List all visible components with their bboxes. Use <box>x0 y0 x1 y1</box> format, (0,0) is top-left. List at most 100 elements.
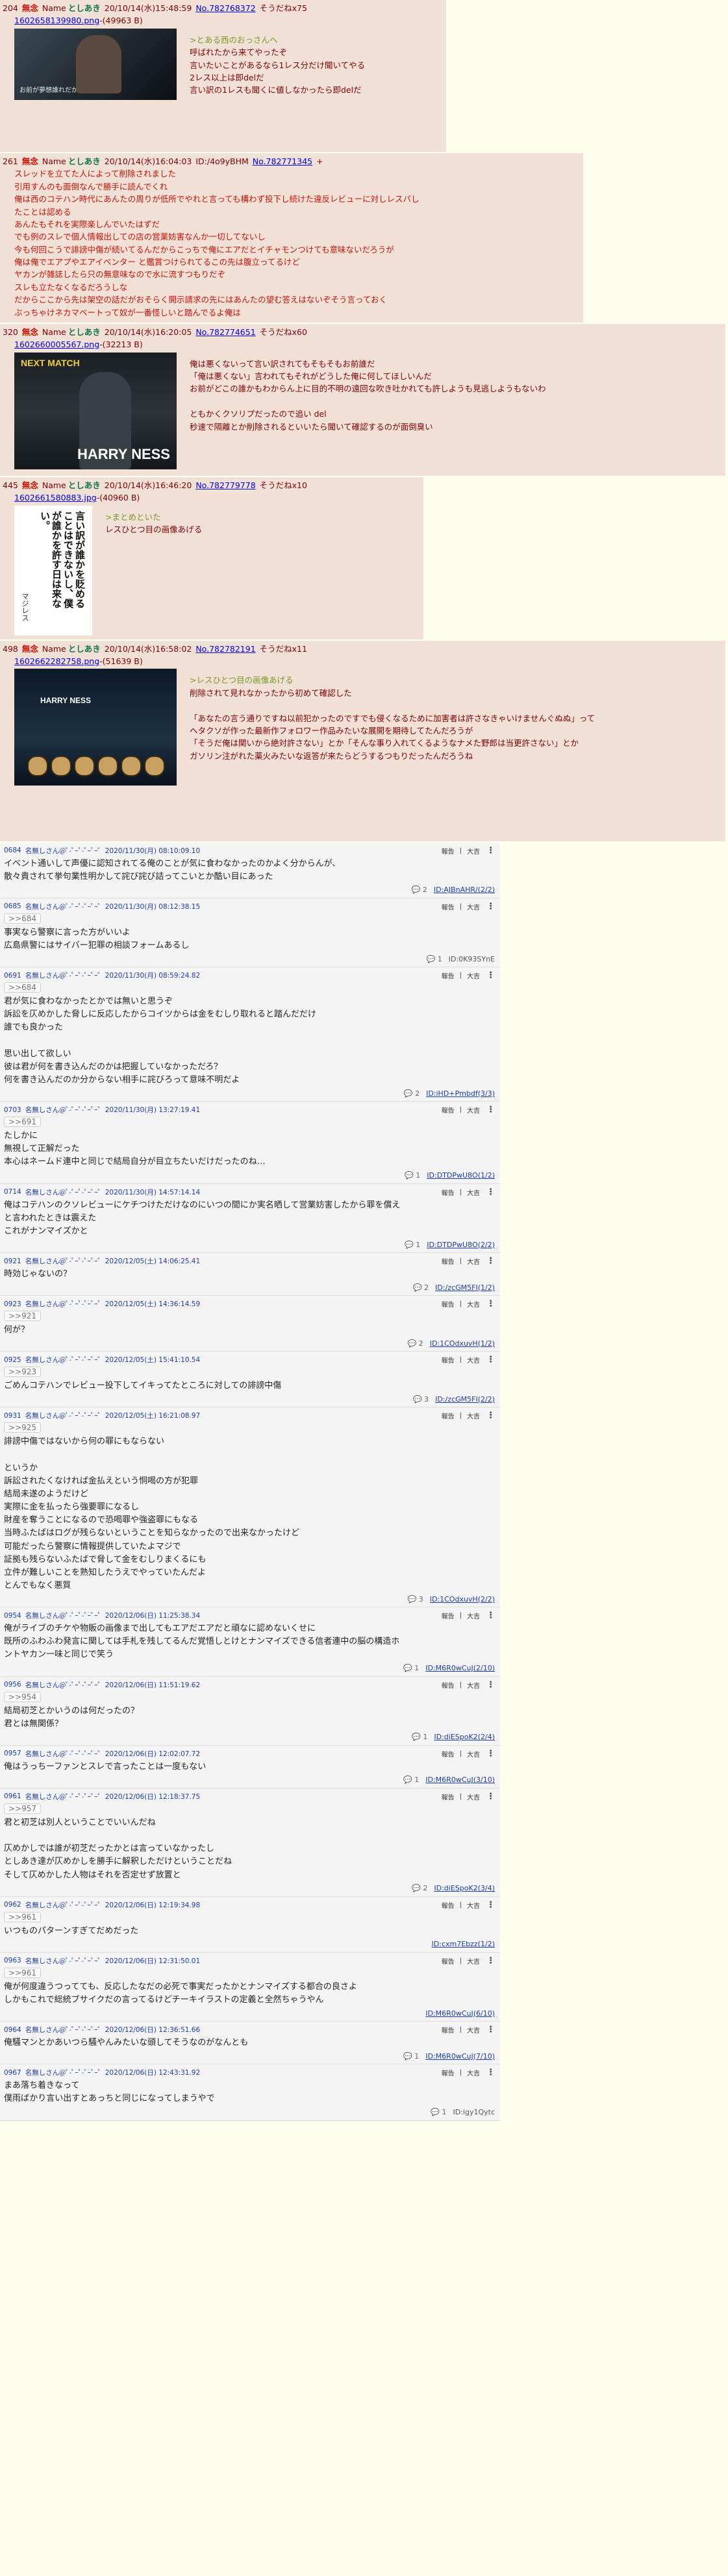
user-id-link[interactable]: ID:M6R0wCuJ(7/10) <box>425 2052 495 2061</box>
sodane-button[interactable]: そうだねx75 <box>260 3 307 13</box>
report-link[interactable]: 報告 <box>442 1411 455 1420</box>
reply-count[interactable]: 💬 1 <box>405 1241 420 1249</box>
reply-count[interactable]: 💬 1 <box>403 1776 419 1784</box>
more-menu-icon[interactable]: ⋮ <box>486 1680 495 1690</box>
more-menu-icon[interactable]: ⋮ <box>486 1105 495 1115</box>
res-number[interactable]: 0685 <box>4 902 21 910</box>
more-menu-icon[interactable]: ⋮ <box>486 1411 495 1420</box>
vote-link[interactable]: 大吉 <box>467 2025 480 2035</box>
user-id-link[interactable]: ID:igy1Qytc <box>453 2108 496 2116</box>
more-menu-icon[interactable]: ⋮ <box>486 902 495 911</box>
sodane-button[interactable]: そうだねx60 <box>260 327 307 337</box>
vote-link[interactable]: 大吉 <box>467 1792 480 1802</box>
reply-count[interactable]: 💬 1 <box>405 1171 420 1180</box>
reply-count[interactable]: 💬 2 <box>412 886 427 894</box>
more-menu-icon[interactable]: ⋮ <box>486 846 495 856</box>
vote-link[interactable]: 大吉 <box>467 2068 480 2077</box>
post-no-link[interactable]: No.782774651 <box>195 327 255 337</box>
res-number[interactable]: 0967 <box>4 2069 21 2077</box>
reply-count[interactable]: 💬 3 <box>408 1595 423 1604</box>
user-id-link[interactable]: ID:1COdxuvH(1/2) <box>430 1339 495 1348</box>
report-link[interactable]: 報告 <box>442 1105 455 1115</box>
plus-button[interactable]: + <box>316 156 323 166</box>
post-no-link[interactable]: No.782771345 <box>253 156 312 166</box>
thumbnail-image[interactable]: HARRY NESS <box>14 669 177 786</box>
res-number[interactable]: 0684 <box>4 847 21 854</box>
thumbnail-image[interactable]: 言い訳が誰かを貶めることはできないし、僕が誰かを許す日は来ない。 マジレス <box>14 505 92 636</box>
more-menu-icon[interactable]: ⋮ <box>486 1749 495 1759</box>
reply-count[interactable]: 💬 2 <box>404 1089 420 1098</box>
user-id-link[interactable]: ID:diESpoK2(3/4) <box>434 1884 495 1892</box>
res-number[interactable]: 0961 <box>4 1792 21 1800</box>
report-link[interactable]: 報告 <box>442 1256 455 1266</box>
vote-link[interactable]: 大吉 <box>467 1299 480 1309</box>
vote-link[interactable]: 大吉 <box>467 1900 480 1910</box>
report-link[interactable]: 報告 <box>442 902 455 911</box>
anchor-link[interactable]: >>954 <box>4 1691 42 1702</box>
vote-link[interactable]: 大吉 <box>467 1105 480 1115</box>
post-no-link[interactable]: No.782768372 <box>195 3 255 13</box>
more-menu-icon[interactable]: ⋮ <box>486 1187 495 1197</box>
user-id-link[interactable]: ID:1COdxuvH(2/2) <box>430 1595 495 1604</box>
more-menu-icon[interactable]: ⋮ <box>486 1299 495 1309</box>
report-link[interactable]: 報告 <box>442 1299 455 1309</box>
user-id-link[interactable]: ID:DTDPwU8O(1/2) <box>427 1171 495 1180</box>
report-link[interactable]: 報告 <box>442 1792 455 1802</box>
thumbnail-image[interactable]: NEXT MATCH HARRY NESS <box>14 352 177 469</box>
vote-link[interactable]: 大吉 <box>467 1749 480 1759</box>
vote-link[interactable]: 大吉 <box>467 1611 480 1620</box>
vote-link[interactable]: 大吉 <box>467 1956 480 1966</box>
anchor-link[interactable]: >>925 <box>4 1422 42 1433</box>
user-id-link[interactable]: ID:M6R0wCuJ(3/10) <box>425 1776 495 1784</box>
report-link[interactable]: 報告 <box>442 1611 455 1620</box>
res-number[interactable]: 0962 <box>4 1901 21 1909</box>
res-number[interactable]: 0963 <box>4 1957 21 1964</box>
report-link[interactable]: 報告 <box>442 2068 455 2077</box>
more-menu-icon[interactable]: ⋮ <box>486 2025 495 2035</box>
more-menu-icon[interactable]: ⋮ <box>486 1956 495 1966</box>
res-number[interactable]: 0956 <box>4 1681 21 1689</box>
reply-count[interactable]: 💬 1 <box>403 2052 419 2061</box>
file-link[interactable]: 1602662282758.png <box>14 656 99 666</box>
reply-count[interactable]: 💬 2 <box>412 1884 427 1892</box>
vote-link[interactable]: 大吉 <box>467 846 480 856</box>
more-menu-icon[interactable]: ⋮ <box>486 1900 495 1910</box>
res-number[interactable]: 0921 <box>4 1257 21 1265</box>
more-menu-icon[interactable]: ⋮ <box>486 2068 495 2077</box>
more-menu-icon[interactable]: ⋮ <box>486 1792 495 1802</box>
file-link[interactable]: 1602658139980.png <box>14 16 99 25</box>
res-number[interactable]: 0923 <box>4 1300 21 1308</box>
user-id-link[interactable]: ID:DTDPwU8O(2/2) <box>427 1241 495 1249</box>
vote-link[interactable]: 大吉 <box>467 902 480 911</box>
report-link[interactable]: 報告 <box>442 971 455 980</box>
vote-link[interactable]: 大吉 <box>467 1187 480 1197</box>
user-id-link[interactable]: ID:diESpoK2(2/4) <box>434 1733 495 1741</box>
more-menu-icon[interactable]: ⋮ <box>486 971 495 980</box>
file-link[interactable]: 1602661580883.jpg <box>14 493 97 502</box>
thumbnail-image[interactable]: お前が夢想誰れだかお前わ ... <box>14 28 177 100</box>
report-link[interactable]: 報告 <box>442 1187 455 1197</box>
vote-link[interactable]: 大吉 <box>467 1680 480 1690</box>
anchor-link[interactable]: >>961 <box>4 1967 42 1978</box>
user-id-link[interactable]: ID:cxm7Ebzz(1/2) <box>432 1940 495 1948</box>
user-id-link[interactable]: ID:M6R0wCuJ(2/10) <box>425 1664 495 1672</box>
reply-count[interactable]: 💬 1 <box>412 1733 427 1741</box>
anchor-link[interactable]: >>691 <box>4 1117 42 1128</box>
reply-count[interactable]: 💬 3 <box>413 1395 429 1404</box>
report-link[interactable]: 報告 <box>442 1956 455 1966</box>
vote-link[interactable]: 大吉 <box>467 1411 480 1420</box>
res-number[interactable]: 0925 <box>4 1356 21 1364</box>
user-id-link[interactable]: ID:0K93SYnE <box>449 955 495 963</box>
report-link[interactable]: 報告 <box>442 1749 455 1759</box>
sodane-button[interactable]: そうだねx10 <box>260 480 307 490</box>
user-id-link[interactable]: ID:/zcGM5FI(1/2) <box>435 1283 495 1292</box>
res-number[interactable]: 0703 <box>4 1106 21 1114</box>
anchor-link[interactable]: >>684 <box>4 913 42 924</box>
report-link[interactable]: 報告 <box>442 1355 455 1365</box>
anchor-link[interactable]: >>957 <box>4 1803 42 1814</box>
post-no-link[interactable]: No.782779778 <box>195 480 255 490</box>
res-number[interactable]: 0691 <box>4 972 21 980</box>
anchor-link[interactable]: >>684 <box>4 982 42 993</box>
post-no-link[interactable]: No.782782191 <box>195 644 255 654</box>
report-link[interactable]: 報告 <box>442 2025 455 2035</box>
